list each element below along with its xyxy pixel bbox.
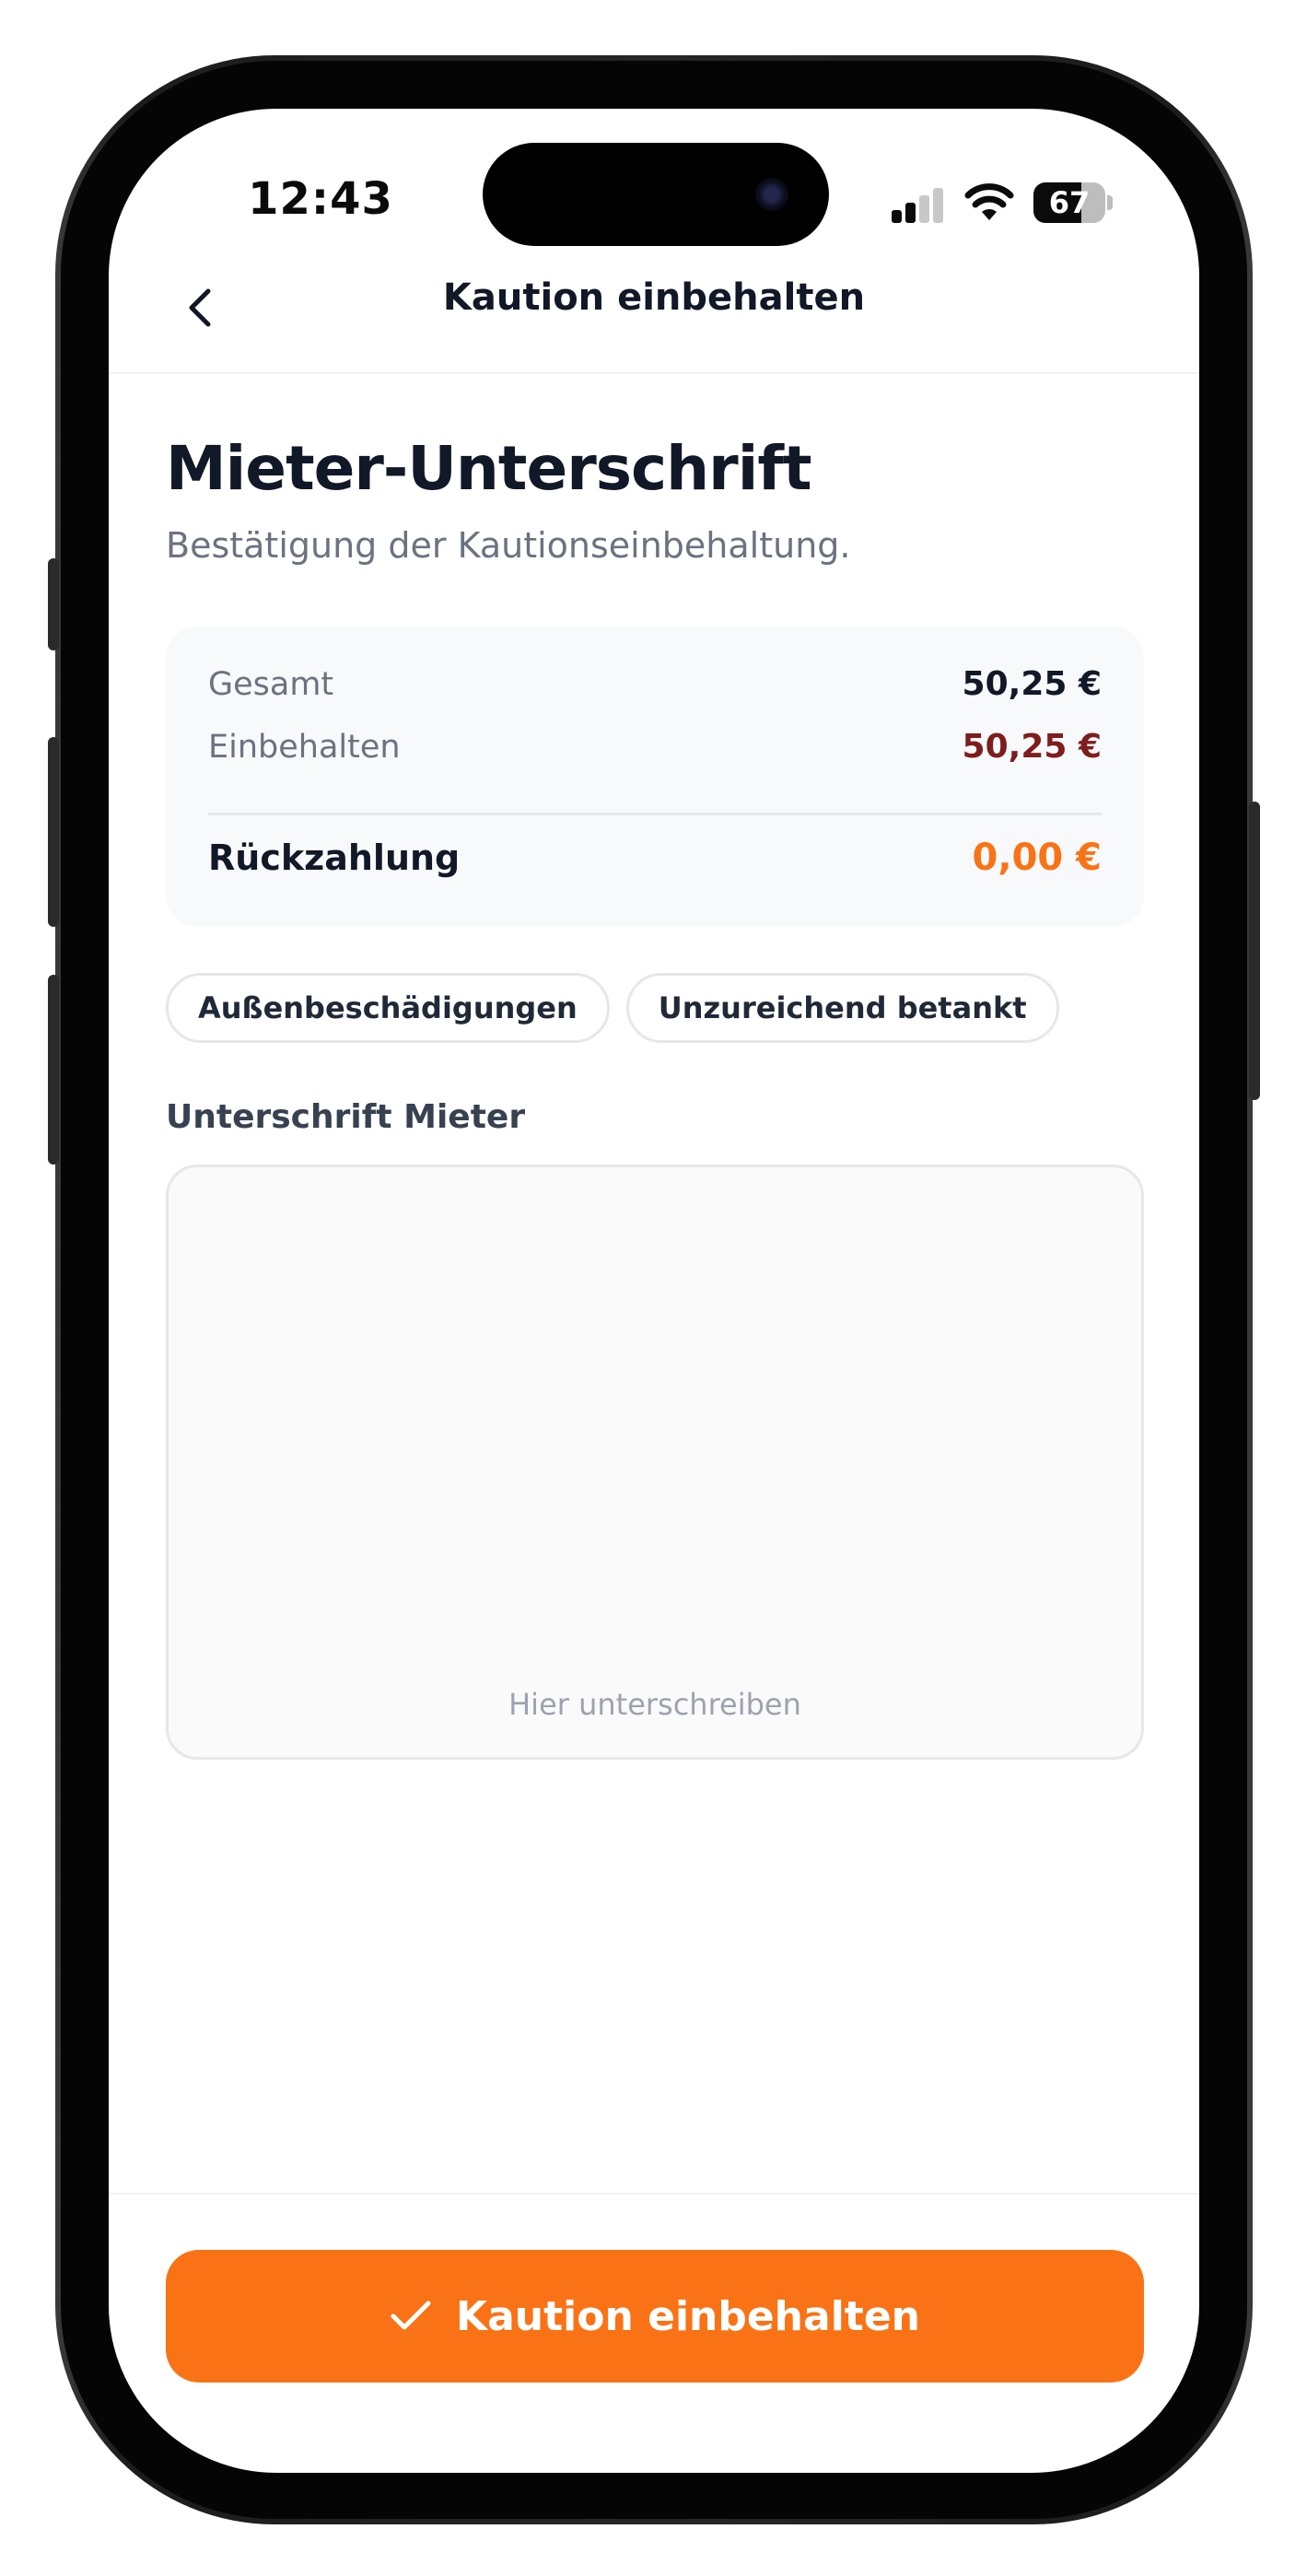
page-subtitle: Bestätigung der Kautionseinbehaltung. <box>166 525 851 566</box>
refund-label: Rückzahlung <box>208 837 461 878</box>
signature-hint: Hier unterschreiben <box>508 1687 801 1722</box>
signal-bar <box>933 188 943 223</box>
signal-bar <box>919 195 929 223</box>
signal-bar <box>905 203 916 223</box>
dynamic-island <box>483 143 829 246</box>
battery-icon: 67 <box>1033 182 1113 223</box>
summary-row-total: Gesamt 50,25 € <box>208 665 1102 703</box>
page-title: Mieter-Unterschrift <box>166 433 812 504</box>
power-button <box>1249 802 1260 1100</box>
chip-insufficient-fuel[interactable]: Unzureichend betankt <box>625 973 1059 1043</box>
wifi-icon <box>964 183 1014 220</box>
total-label: Gesamt <box>208 665 334 703</box>
check-icon <box>391 2301 431 2330</box>
volume-down-button <box>48 975 59 1165</box>
summary-row-retained: Einbehalten 50,25 € <box>208 728 1102 766</box>
refund-value: 0,00 € <box>972 837 1102 879</box>
signal-bar <box>892 210 902 223</box>
nav-title: Kaution einbehalten <box>442 276 866 319</box>
deposit-summary-card: Gesamt 50,25 € Einbehalten 50,25 € Rückz… <box>166 626 1144 927</box>
retain-deposit-button[interactable]: Kaution einbehalten <box>166 2250 1144 2383</box>
signature-label: Unterschrift Mieter <box>166 1098 526 1136</box>
cellular-signal-icon <box>892 188 947 223</box>
retain-deposit-label: Kaution einbehalten <box>456 2292 920 2340</box>
footer-divider <box>109 2193 1199 2195</box>
status-time: 12:43 <box>248 173 393 225</box>
summary-divider <box>208 813 1102 815</box>
back-button[interactable] <box>164 271 238 345</box>
chevron-left-icon <box>189 288 211 327</box>
chip-exterior-damage[interactable]: Außenbeschädigungen <box>166 973 610 1043</box>
signature-pad[interactable]: Hier unterschreiben <box>166 1165 1144 1760</box>
summary-row-refund: Rückzahlung 0,00 € <box>208 837 1102 879</box>
nav-divider <box>109 372 1199 374</box>
retained-value: 50,25 € <box>962 728 1102 766</box>
total-value: 50,25 € <box>962 665 1102 703</box>
app-screen: 12:43 67 Kaution einbehalten Mieter-Unte… <box>109 109 1199 2473</box>
action-button <box>48 558 59 650</box>
volume-up-button <box>48 737 59 927</box>
battery-level: 67 <box>1048 185 1091 220</box>
reason-chips: Außenbeschädigungen Unzureichend betankt <box>166 973 1059 1043</box>
camera-icon <box>755 178 788 211</box>
retained-label: Einbehalten <box>208 728 401 766</box>
